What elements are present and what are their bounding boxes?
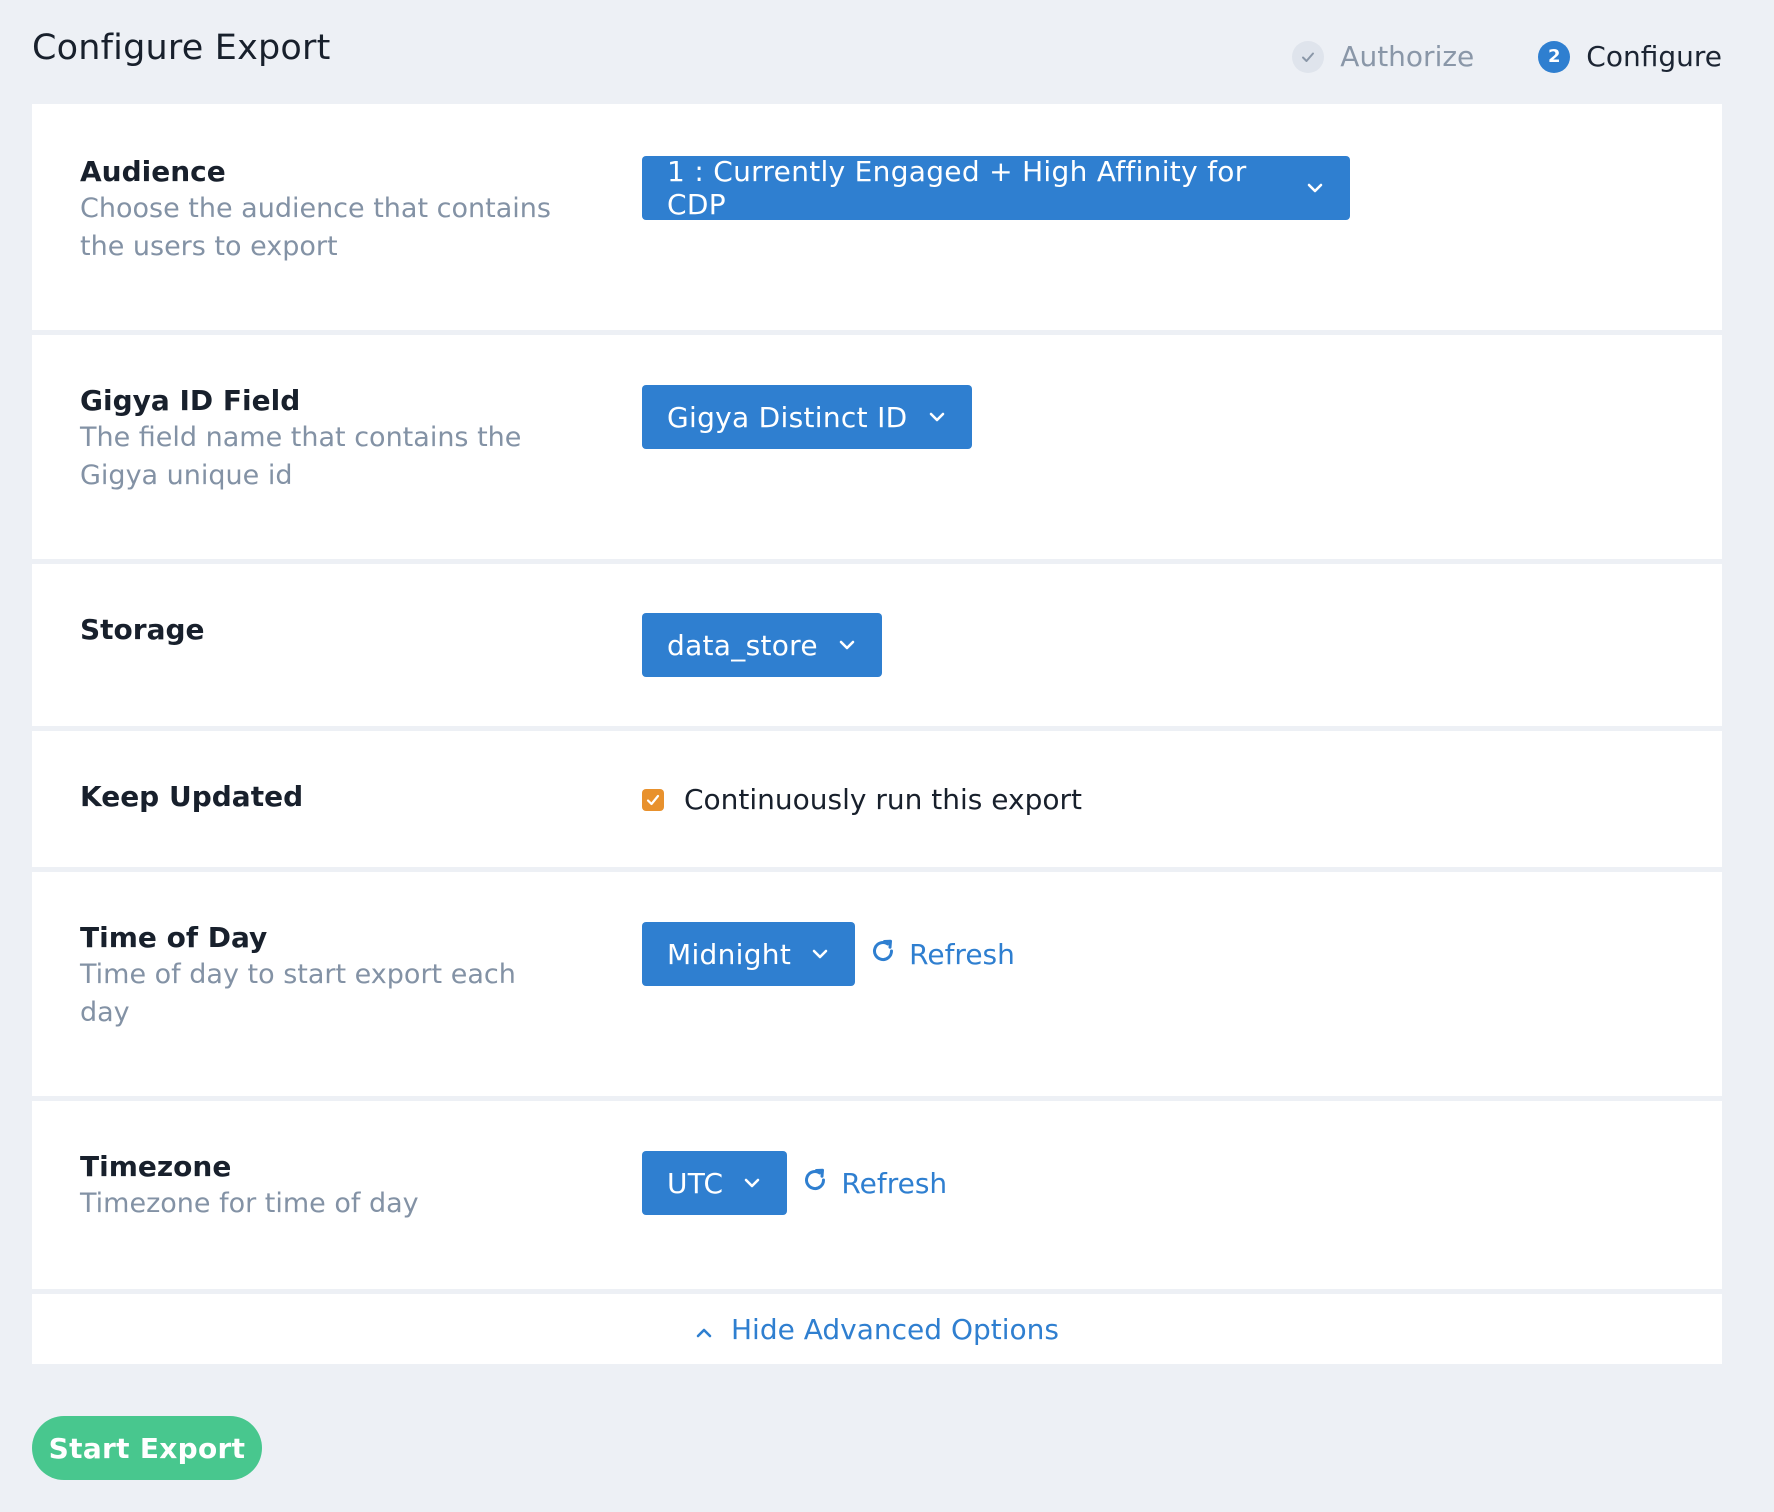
audience-description: Choose the audience that contains the us… xyxy=(80,193,551,262)
timezone-label-group: Timezone Timezone for time of day xyxy=(80,1149,560,1223)
hide-advanced-options-label: Hide Advanced Options xyxy=(731,1312,1059,1346)
wizard-stepper: Authorize 2 Configure xyxy=(1292,40,1722,73)
storage-dropdown[interactable]: data_store xyxy=(642,613,882,677)
timezone-refresh-button[interactable]: Refresh xyxy=(801,1166,947,1201)
step-configure[interactable]: 2 Configure xyxy=(1538,40,1722,73)
chevron-up-icon xyxy=(695,1313,713,1346)
audience-selected: 1 : Currently Engaged + High Affinity fo… xyxy=(667,155,1247,221)
keep-updated-checkbox-label[interactable]: Continuously run this export xyxy=(684,783,1082,816)
gigya-id-control: Gigya Distinct ID xyxy=(642,385,972,449)
gigya-id-dropdown[interactable]: Gigya Distinct ID xyxy=(642,385,972,449)
step-number-badge: 2 xyxy=(1538,40,1571,73)
chevron-down-icon xyxy=(1306,182,1324,194)
storage-title: Storage xyxy=(80,613,205,646)
keep-updated-checkbox[interactable] xyxy=(642,788,664,811)
storage-control: data_store xyxy=(642,613,882,677)
refresh-icon xyxy=(801,1166,829,1201)
export-config-panel: Audience Choose the audience that contai… xyxy=(32,104,1722,1369)
audience-control: 1 : Currently Engaged + High Affinity fo… xyxy=(642,155,1350,221)
gigya-id-title: Gigya ID Field xyxy=(80,384,301,417)
gigya-id-row: Gigya ID Field The field name that conta… xyxy=(32,335,1722,559)
time-of-day-title: Time of Day xyxy=(80,921,268,954)
time-of-day-control: Midnight Refresh xyxy=(642,922,1015,986)
timezone-description: Timezone for time of day xyxy=(80,1188,419,1219)
keep-updated-title: Keep Updated xyxy=(80,780,304,813)
check-icon xyxy=(646,794,660,805)
refresh-label: Refresh xyxy=(841,1166,948,1200)
keep-updated-control: Continuously run this export xyxy=(642,783,1082,816)
chevron-down-icon xyxy=(811,948,829,960)
step-label: Configure xyxy=(1586,40,1722,73)
keep-updated-row: Keep Updated Continuously run this expor… xyxy=(32,731,1722,867)
audience-row: Audience Choose the audience that contai… xyxy=(32,104,1722,330)
timezone-title: Timezone xyxy=(80,1150,232,1183)
audience-label-group: Audience Choose the audience that contai… xyxy=(80,154,560,266)
time-of-day-dropdown[interactable]: Midnight xyxy=(642,922,856,986)
timezone-selected: UTC xyxy=(667,1166,724,1200)
timezone-dropdown[interactable]: UTC xyxy=(642,1151,788,1215)
time-of-day-selected: Midnight xyxy=(667,937,792,971)
timezone-row: Timezone Timezone for time of day UTC Re… xyxy=(32,1101,1722,1289)
chevron-down-icon xyxy=(743,1177,761,1189)
page-title: Configure Export xyxy=(32,28,331,68)
time-of-day-refresh-button[interactable]: Refresh xyxy=(869,937,1015,972)
chevron-down-icon xyxy=(838,639,856,651)
audience-title: Audience xyxy=(80,155,226,188)
gigya-id-label-group: Gigya ID Field The field name that conta… xyxy=(80,383,560,495)
storage-row: Storage data_store xyxy=(32,564,1722,726)
storage-selected: data_store xyxy=(667,628,818,662)
gigya-id-description: The field name that contains the Gigya u… xyxy=(80,422,522,491)
time-of-day-description: Time of day to start export each day xyxy=(80,959,516,1028)
audience-dropdown[interactable]: 1 : Currently Engaged + High Affinity fo… xyxy=(642,155,1350,221)
timezone-control: UTC Refresh xyxy=(642,1151,947,1215)
step-authorize[interactable]: Authorize xyxy=(1292,40,1474,73)
hide-advanced-options-button[interactable]: Hide Advanced Options xyxy=(32,1294,1722,1364)
refresh-label: Refresh xyxy=(909,937,1015,971)
check-icon xyxy=(1292,40,1325,73)
keep-updated-label-group: Keep Updated xyxy=(80,779,560,815)
storage-label-group: Storage xyxy=(80,612,560,648)
time-of-day-row: Time of Day Time of day to start export … xyxy=(32,872,1722,1096)
start-export-button[interactable]: Start Export xyxy=(32,1416,262,1480)
refresh-icon xyxy=(869,937,897,972)
step-label: Authorize xyxy=(1340,40,1475,73)
chevron-down-icon xyxy=(928,411,946,423)
gigya-id-selected: Gigya Distinct ID xyxy=(667,400,908,434)
time-of-day-label-group: Time of Day Time of day to start export … xyxy=(80,920,560,1032)
